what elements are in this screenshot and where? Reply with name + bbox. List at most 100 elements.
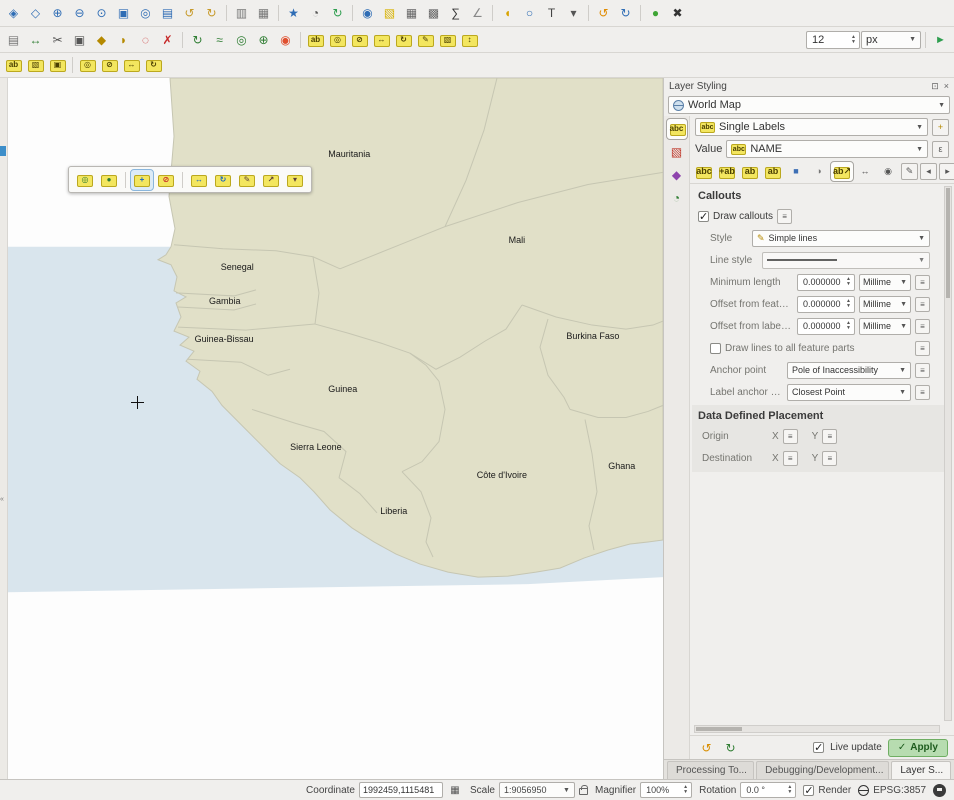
pin-labels-icon[interactable]: ◎	[77, 55, 98, 75]
select-features-icon[interactable]: ▧	[379, 3, 400, 23]
layout-manager-icon[interactable]: ▦	[253, 3, 274, 23]
zoom-to-selection-icon[interactable]: ◎	[135, 3, 156, 23]
diagram-move-icon[interactable]: ↕	[459, 30, 480, 50]
data-defined-override-button[interactable]: ≡	[915, 363, 930, 378]
bug-icon[interactable]: ✖	[667, 3, 688, 23]
tab-rendering[interactable]: ◉	[877, 162, 899, 181]
search-icon[interactable]: ○	[519, 3, 540, 23]
spinner-arrows-icon[interactable]: ▲▼	[846, 299, 851, 309]
style-manager-button[interactable]: +	[932, 119, 949, 136]
minimum-length-spinner[interactable]: 0.000000 ▲▼	[797, 274, 855, 291]
simplify-feature-icon[interactable]: ≈	[209, 30, 230, 50]
zoom-last-icon[interactable]: ↺	[179, 3, 200, 23]
map-canvas[interactable]: MauritaniaMaliSenegalGambiaGuinea-Bissau…	[8, 78, 663, 779]
identify-features-icon[interactable]: ◉	[357, 3, 378, 23]
offset-from-feature-spinner[interactable]: 0.000000 ▲▼	[797, 296, 855, 313]
close-panel-icon[interactable]: ×	[944, 81, 949, 92]
data-defined-override-button[interactable]: ≡	[915, 385, 930, 400]
annotation-dropdown-icon[interactable]: ▾	[563, 3, 584, 23]
extents-toggle-icon[interactable]: ▦	[447, 782, 463, 798]
data-defined-override-button[interactable]: ≡	[822, 429, 837, 444]
spinner-arrows-icon[interactable]: ▲▼	[846, 277, 851, 287]
spinner-arrows-icon[interactable]: ▲▼	[846, 321, 851, 331]
apply-button[interactable]: ✓ Apply	[888, 739, 948, 757]
tab-formatting[interactable]: +ab	[716, 162, 738, 181]
fill-ring-icon[interactable]: ◉	[275, 30, 296, 50]
field-calculator-icon[interactable]: ▩	[423, 3, 444, 23]
rotate-label-button[interactable]: ↻	[212, 170, 234, 190]
reshape-features-icon[interactable]: ◆	[91, 30, 112, 50]
zoom-native-icon[interactable]: ⊙	[91, 3, 112, 23]
coordinate-input[interactable]	[359, 782, 443, 798]
label-move-icon[interactable]: ↔	[371, 30, 392, 50]
temporal-controller-icon[interactable]: ◔	[305, 3, 326, 23]
tab-mask[interactable]: ab	[762, 162, 784, 181]
offset-from-feature-unit-combo[interactable]: Millime ▼	[859, 296, 911, 313]
vertical-scrollbar[interactable]	[944, 186, 952, 721]
float-panel-icon[interactable]: ⊡	[931, 81, 939, 92]
show-hidden-labels-icon[interactable]: ⊘	[99, 55, 120, 75]
draw-all-parts-checkbox[interactable]	[710, 343, 721, 354]
spinner-arrows-icon[interactable]: ▲▼	[683, 785, 688, 795]
label-anchor-point-combo[interactable]: Closest Point ▼	[787, 384, 911, 401]
merge-features-icon[interactable]: ▣	[69, 30, 90, 50]
zoom-in-icon[interactable]: ⊕	[47, 3, 68, 23]
pin-unpin-labels-button[interactable]: +	[131, 170, 153, 190]
zoom-full-icon[interactable]: ▣	[113, 3, 134, 23]
line-style-combo[interactable]: ▼	[762, 252, 930, 269]
live-update-checkbox[interactable]	[813, 742, 824, 753]
rotate-label-icon[interactable]: ↻	[143, 55, 164, 75]
split-features-icon[interactable]: ✂	[47, 30, 68, 50]
symbology-tab[interactable]: ▧	[667, 142, 687, 162]
anchor-point-combo[interactable]: Pole of Inaccessibility ▼	[787, 362, 911, 379]
data-defined-override-button[interactable]: ≡	[915, 275, 930, 290]
add-part-icon[interactable]: ⊕	[253, 30, 274, 50]
zoom-next-icon[interactable]: ↻	[201, 3, 222, 23]
messages-icon[interactable]	[933, 784, 946, 797]
discard-style-changes-button[interactable]: ↺	[696, 738, 717, 758]
label-change-icon[interactable]: ✎	[415, 30, 436, 50]
metasearch-globe-icon[interactable]: ●	[645, 3, 666, 23]
undo-icon[interactable]: ↺	[593, 3, 614, 23]
highlight-pinned-labels-button[interactable]: ◎	[74, 170, 96, 190]
tab-scroll-left-button[interactable]: ◂	[920, 163, 937, 180]
tab-buffer[interactable]: ab	[739, 162, 761, 181]
magnifier-spinner[interactable]: 100% ▲▼	[640, 782, 692, 798]
minimum-length-unit-combo[interactable]: Millime ▼	[859, 274, 911, 291]
open-table-icon[interactable]: ▤	[3, 30, 24, 50]
tab-shadow[interactable]: ◑	[808, 162, 830, 181]
data-defined-override-button[interactable]: ≡	[783, 429, 798, 444]
history-tab[interactable]: ◔	[667, 188, 687, 208]
horizontal-scrollbar[interactable]	[694, 725, 940, 733]
label-pin-icon[interactable]: ◎	[327, 30, 348, 50]
font-size-spinner[interactable]: 12 ▲▼	[806, 31, 860, 49]
toggle-unplaced-labels-button[interactable]: ●	[98, 170, 120, 190]
label-toolbar-options-icon[interactable]: ab	[305, 30, 326, 50]
scale-combo[interactable]: 1:9056950 ▼	[499, 782, 575, 798]
labeling-mode-combo[interactable]: abc Single Labels ▼	[695, 118, 928, 136]
zoom-to-layer-icon[interactable]: ▤	[157, 3, 178, 23]
offset-curve-icon[interactable]: ◗	[113, 30, 134, 50]
spinner-arrows-icon[interactable]: ▲▼	[851, 35, 856, 45]
data-defined-override-button[interactable]: ≡	[822, 451, 837, 466]
data-defined-override-button[interactable]: ≡	[777, 209, 792, 224]
annotation-pointer-icon[interactable]: ►	[930, 30, 951, 50]
zoom-out-icon[interactable]: ⊖	[69, 3, 90, 23]
data-defined-override-button[interactable]: ≡	[915, 319, 930, 334]
label-properties-button[interactable]: ▾	[284, 170, 306, 190]
font-unit-combo[interactable]: px ▼	[861, 31, 921, 49]
measure-icon[interactable]: ∠	[467, 3, 488, 23]
open-attribute-table-icon[interactable]: ▦	[401, 3, 422, 23]
expression-button[interactable]: ε	[932, 141, 949, 158]
label-rotate-icon[interactable]: ↻	[393, 30, 414, 50]
tab-text[interactable]: abc	[693, 162, 715, 181]
callout-style-combo[interactable]: ✎ Simple lines ▼	[752, 230, 930, 247]
value-combo[interactable]: abc NAME ▼	[726, 140, 928, 158]
crs-globe-icon[interactable]	[858, 785, 869, 796]
data-defined-override-button[interactable]: ≡	[783, 451, 798, 466]
tab-processing-toolbox[interactable]: Processing To...	[667, 761, 754, 779]
label-show-hide-icon[interactable]: ⊘	[349, 30, 370, 50]
move-label-icon[interactable]: ↔	[121, 55, 142, 75]
copy-label-settings-icon[interactable]: ▣	[47, 55, 68, 75]
tab-callouts[interactable]: ab↗	[831, 162, 853, 181]
